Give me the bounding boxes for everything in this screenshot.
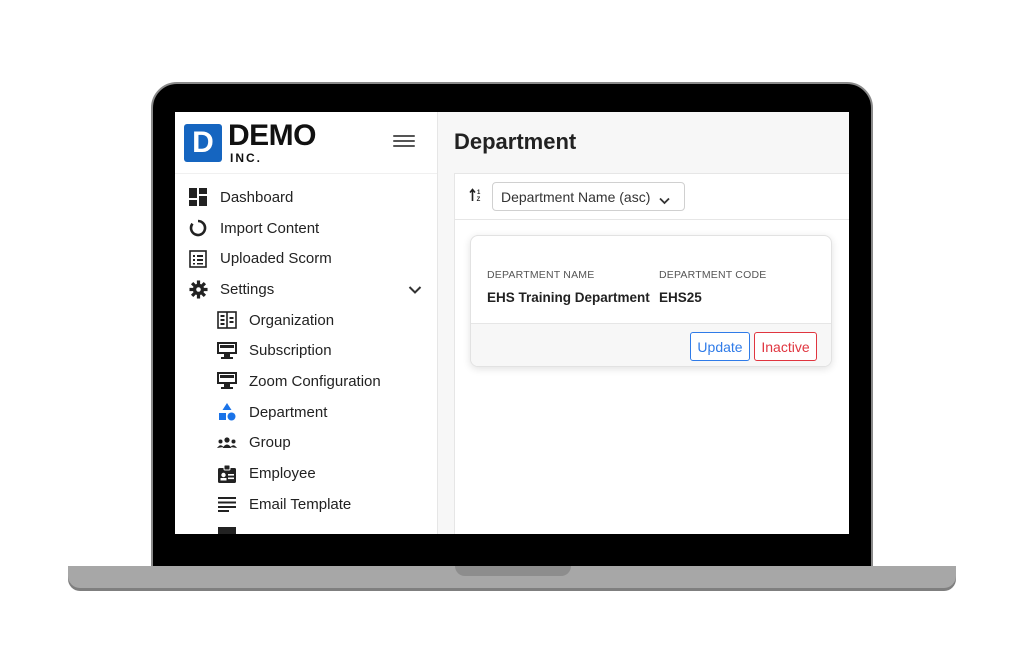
department-icon <box>216 401 238 423</box>
card-footer: Update Inactive <box>471 323 831 366</box>
logo-text: DEMO INC. <box>228 119 317 165</box>
sidebar-item-label: Email Template <box>249 495 352 513</box>
department-card: DEPARTMENT NAME EHS Training Department … <box>470 235 832 367</box>
email-config-icon <box>216 524 238 534</box>
organization-icon <box>216 309 238 331</box>
sort-toolbar: 1Z Department Name (asc) <box>454 173 849 220</box>
zoom-configuration-icon <box>216 370 238 392</box>
sidebar-item-label: Group <box>249 434 291 452</box>
laptop-notch <box>455 566 571 576</box>
sidebar-item-subscription[interactable]: Subscription <box>175 335 437 366</box>
sidebar-item-settings[interactable]: Settings <box>175 274 437 305</box>
sidebar-item-label: Import Content <box>220 219 320 237</box>
sidebar-item-label: Employee <box>249 465 316 483</box>
sort-dropdown[interactable]: Department Name (asc) <box>492 182 685 211</box>
department-name-field: DEPARTMENT NAME EHS Training Department <box>487 269 650 305</box>
gear-icon <box>187 278 209 300</box>
sidebar: D DEMO INC. Dashboard Import Content Upl… <box>175 112 438 534</box>
card-body: DEPARTMENT NAME EHS Training Department … <box>471 236 831 323</box>
sidebar-item-email-config[interactable] <box>175 520 437 534</box>
sidebar-item-label: Zoom Configuration <box>249 372 381 390</box>
sidebar-item-dashboard[interactable]: Dashboard <box>175 182 437 213</box>
sidebar-item-label: Uploaded Scorm <box>220 250 332 268</box>
group-icon <box>216 432 238 454</box>
sidebar-item-employee[interactable]: Employee <box>175 458 437 489</box>
sidebar-item-import-content[interactable]: Import Content <box>175 213 437 244</box>
sidebar-item-uploaded-scorm[interactable]: Uploaded Scorm <box>175 243 437 274</box>
logo-name: DEMO <box>228 119 317 152</box>
sort-icon: 1Z <box>469 188 483 205</box>
employee-icon <box>216 463 238 485</box>
sidebar-item-organization[interactable]: Organization <box>175 305 437 336</box>
department-code-value: EHS25 <box>659 290 702 305</box>
sort-dropdown-value: Department Name (asc) <box>501 188 651 205</box>
department-name-value: EHS Training Department <box>487 290 650 305</box>
svg-text:1: 1 <box>477 190 481 196</box>
svg-text:Z: Z <box>477 197 481 202</box>
department-code-label: DEPARTMENT CODE <box>659 269 767 281</box>
screen: D DEMO INC. Dashboard Import Content Upl… <box>175 112 849 534</box>
sidebar-item-group[interactable]: Group <box>175 428 437 459</box>
sidebar-item-zoom-configuration[interactable]: Zoom Configuration <box>175 366 437 397</box>
email-template-icon <box>216 493 238 515</box>
dashboard-icon <box>187 186 209 208</box>
logo-mark: D <box>184 123 222 162</box>
hamburger-menu-icon[interactable] <box>393 132 415 150</box>
inactive-button[interactable]: Inactive <box>754 332 817 361</box>
sidebar-item-label: Organization <box>249 311 335 329</box>
sidebar-nav: Dashboard Import Content Uploaded Scorm … <box>175 174 437 534</box>
chevron-down-icon <box>659 192 670 208</box>
sidebar-item-label: Department <box>249 403 328 421</box>
subscription-icon <box>216 340 238 362</box>
sidebar-item-label: Dashboard <box>220 188 294 206</box>
department-name-label: DEPARTMENT NAME <box>487 269 595 281</box>
uploaded-scorm-icon <box>187 248 209 270</box>
update-button[interactable]: Update <box>690 332 750 361</box>
import-content-icon <box>187 217 209 239</box>
main-content: Department 1Z Department Name (asc) DEPA… <box>438 112 849 534</box>
department-code-field: DEPARTMENT CODE EHS25 <box>659 269 766 305</box>
sidebar-item-department[interactable]: Department <box>175 397 437 428</box>
sidebar-item-label: Subscription <box>249 342 332 360</box>
sidebar-item-email-template[interactable]: Email Template <box>175 489 437 520</box>
page-title: Department <box>454 129 577 154</box>
chevron-down-icon[interactable] <box>408 282 422 299</box>
sidebar-item-label: Settings <box>220 280 275 298</box>
logo-sub: INC. <box>230 151 262 165</box>
